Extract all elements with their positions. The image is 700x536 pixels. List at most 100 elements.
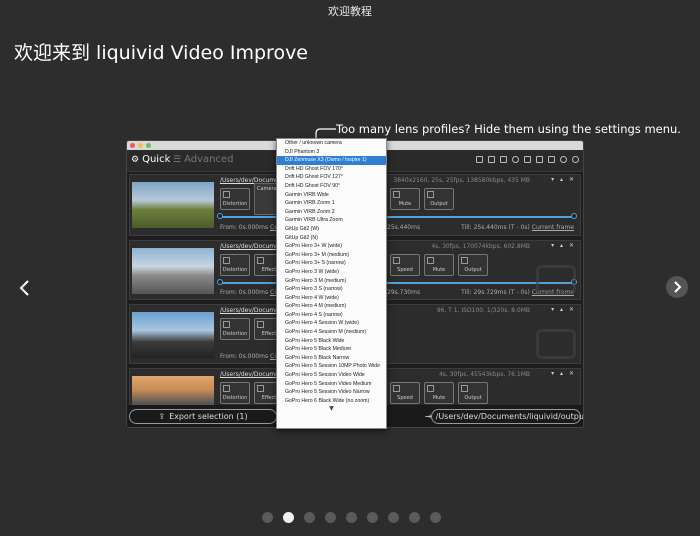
dropdown-item[interactable]: GoPro Hero 5 Session Video Wide (277, 371, 386, 380)
camera-watermark-icon (536, 265, 576, 295)
clip-thumbnail[interactable] (132, 182, 214, 228)
pagination-dot[interactable] (262, 512, 273, 523)
clip-meta: 3840x2160, 25s, 25fps, 138580kbps, 435 M… (393, 177, 530, 184)
clip-controls-icon[interactable]: ▾ ▴ ✕ (551, 242, 576, 249)
pagination (262, 512, 441, 523)
till-time: Till: 25s.440ms (T - 0s) Current frame (461, 224, 574, 231)
dropdown-item[interactable]: GoPro Hero 4 S (narrow) (277, 311, 386, 320)
pill-speed[interactable]: Speed (390, 254, 420, 276)
toolbar-icons (476, 156, 579, 163)
pagination-dot[interactable] (409, 512, 420, 523)
minimize-window-icon[interactable] (138, 143, 143, 148)
dropdown-item[interactable]: DJI Zenmuse X3 (Osmo / Inspire 1) (277, 156, 386, 165)
pagination-dot[interactable] (304, 512, 315, 523)
dropdown-item[interactable]: GoPro Hero 3+ S (narrow) (277, 259, 386, 268)
scroll-down-icon[interactable]: ▼ (277, 405, 386, 413)
tab-advanced[interactable]: ☰ Advanced (173, 154, 233, 165)
export-selection-button[interactable]: ⇪ Export selection (1) (129, 409, 277, 424)
pill-distortion[interactable]: Distortion (220, 254, 250, 276)
pagination-dot[interactable] (430, 512, 441, 523)
dropdown-item[interactable]: Drift HD Ghost FOV 127° (277, 173, 386, 182)
clip-thumbnail[interactable] (132, 248, 214, 294)
close-window-icon[interactable] (130, 143, 135, 148)
dropdown-item[interactable]: GoPro Hero 4 Session M (medium) (277, 328, 386, 337)
dropdown-item[interactable]: GoPro Hero 3+ M (medium) (277, 251, 386, 260)
advanced-mode-icon: ☰ (173, 154, 182, 165)
clip-duration: 25s.440ms (387, 224, 421, 231)
info-icon[interactable] (572, 156, 579, 163)
mail-icon[interactable] (548, 156, 555, 163)
dropdown-item[interactable]: GoPro Hero 3+ W (wide) (277, 242, 386, 251)
pill-output[interactable]: Output (458, 254, 488, 276)
camera-watermark-icon (536, 329, 576, 359)
dropdown-item[interactable]: Drift HD Ghost FOV 90° (277, 182, 386, 191)
dropdown-item[interactable]: GitUp Git2 (W) (277, 225, 386, 234)
delete-icon[interactable] (500, 156, 507, 163)
pill-mute[interactable]: Mute (424, 382, 454, 404)
dropdown-item[interactable]: GoPro Hero 5 Black Wide (277, 337, 386, 346)
dropdown-item[interactable]: GoPro Hero 3 S (narrow) (277, 285, 386, 294)
next-arrow-icon[interactable] (666, 276, 688, 298)
settings-icon[interactable] (560, 156, 567, 163)
dropdown-item[interactable]: GoPro Hero 4 Session W (wide) (277, 319, 386, 328)
dropdown-item[interactable]: GoPro Hero 3 M (medium) (277, 277, 386, 286)
clip-thumbnail[interactable] (132, 312, 214, 358)
dropdown-item[interactable]: Other / unknown camera (277, 139, 386, 148)
pill-mute[interactable]: Mute (390, 188, 420, 210)
end-handle[interactable] (571, 213, 577, 219)
window-title: 欢迎教程 (328, 5, 372, 18)
copy-icon[interactable] (488, 156, 495, 163)
dropdown-item[interactable]: GoPro Hero 4 W (wide) (277, 294, 386, 303)
maximize-window-icon[interactable] (146, 143, 151, 148)
dropdown-item[interactable]: GoPro Hero 4 M (medium) (277, 302, 386, 311)
output-folder-button[interactable]: → /Users/dev/Documents/liquivid/output (425, 409, 583, 424)
clip-meta: 4s, 30fps, 45543kbps, 76.1MB (438, 371, 530, 378)
dropdown-item[interactable]: GoPro Hero 5 Session Video Narrow (277, 388, 386, 397)
pagination-dot[interactable] (346, 512, 357, 523)
pill-output[interactable]: Output (458, 382, 488, 404)
clip-controls-icon[interactable]: ▾ ▴ ✕ (551, 306, 576, 313)
pagination-dot[interactable] (283, 512, 294, 523)
dropdown-item[interactable]: Garmin VIRB Zoom 1 (277, 199, 386, 208)
arrow-right-icon: → (424, 412, 432, 421)
dropdown-item[interactable]: GitUp Git2 (N) (277, 234, 386, 243)
dropdown-item[interactable]: DJI Phantom 3 (277, 148, 386, 157)
redo-icon[interactable] (536, 156, 543, 163)
tab-quick[interactable]: ⚙ Quick (131, 154, 170, 165)
page-title: 欢迎来到 liquivid Video Improve (14, 42, 308, 64)
clip-meta: 96, T 1, ISO100, 1/320s, 8.0MB (436, 307, 530, 314)
clip-controls-icon[interactable]: ▾ ▴ ✕ (551, 370, 576, 377)
clip-controls-icon[interactable]: ▾ ▴ ✕ (551, 176, 576, 183)
dropdown-item[interactable]: Garmin VIRB Ultra Zoom (277, 216, 386, 225)
clip-duration: 29s.730ms (387, 289, 421, 296)
timeline-slider[interactable] (217, 279, 577, 285)
previous-arrow-icon[interactable] (12, 276, 36, 300)
back-icon[interactable] (524, 156, 531, 163)
pagination-dot[interactable] (367, 512, 378, 523)
pill-output[interactable]: Output (424, 188, 454, 210)
pagination-dot[interactable] (388, 512, 399, 523)
folder-icon[interactable] (476, 156, 483, 163)
pill-distortion[interactable]: Distortion (220, 382, 250, 404)
start-handle[interactable] (217, 213, 223, 219)
pill-distortion[interactable]: Distortion (220, 188, 250, 210)
dropdown-item[interactable]: Garmin VIRB Wide (277, 191, 386, 200)
dropdown-item[interactable]: Drift HD Ghost FOV 170° (277, 165, 386, 174)
dropdown-item[interactable]: Garmin VIRB Zoom 2 (277, 208, 386, 217)
dropdown-item[interactable]: GoPro Hero 6 Black Wide (no zoom) (277, 397, 386, 406)
start-handle[interactable] (217, 279, 223, 285)
dropdown-item[interactable]: GoPro Hero 5 Black Medium (277, 345, 386, 354)
pagination-dot[interactable] (325, 512, 336, 523)
undo-icon[interactable] (512, 156, 519, 163)
dropdown-item[interactable]: GoPro Hero 5 Session Video Medium (277, 380, 386, 389)
tab-quick-label: Quick (142, 154, 171, 165)
dropdown-item[interactable]: GoPro Hero 5 Black Narrow (277, 354, 386, 363)
pill-distortion[interactable]: Distortion (220, 318, 250, 340)
dropdown-item[interactable]: GoPro Hero 5 Session 10MP Photo Wide (277, 362, 386, 371)
lens-profile-dropdown[interactable]: Other / unknown camera DJI Phantom 3 DJI Z… (276, 138, 387, 429)
timeline-slider[interactable] (217, 213, 577, 219)
clip-meta: 4s, 30fps, 170074kbps, 602.8MB (431, 243, 530, 250)
pill-mute[interactable]: Mute (424, 254, 454, 276)
pill-speed[interactable]: Speed (390, 382, 420, 404)
dropdown-item[interactable]: GoPro Hero 3 W (wide) (277, 268, 386, 277)
